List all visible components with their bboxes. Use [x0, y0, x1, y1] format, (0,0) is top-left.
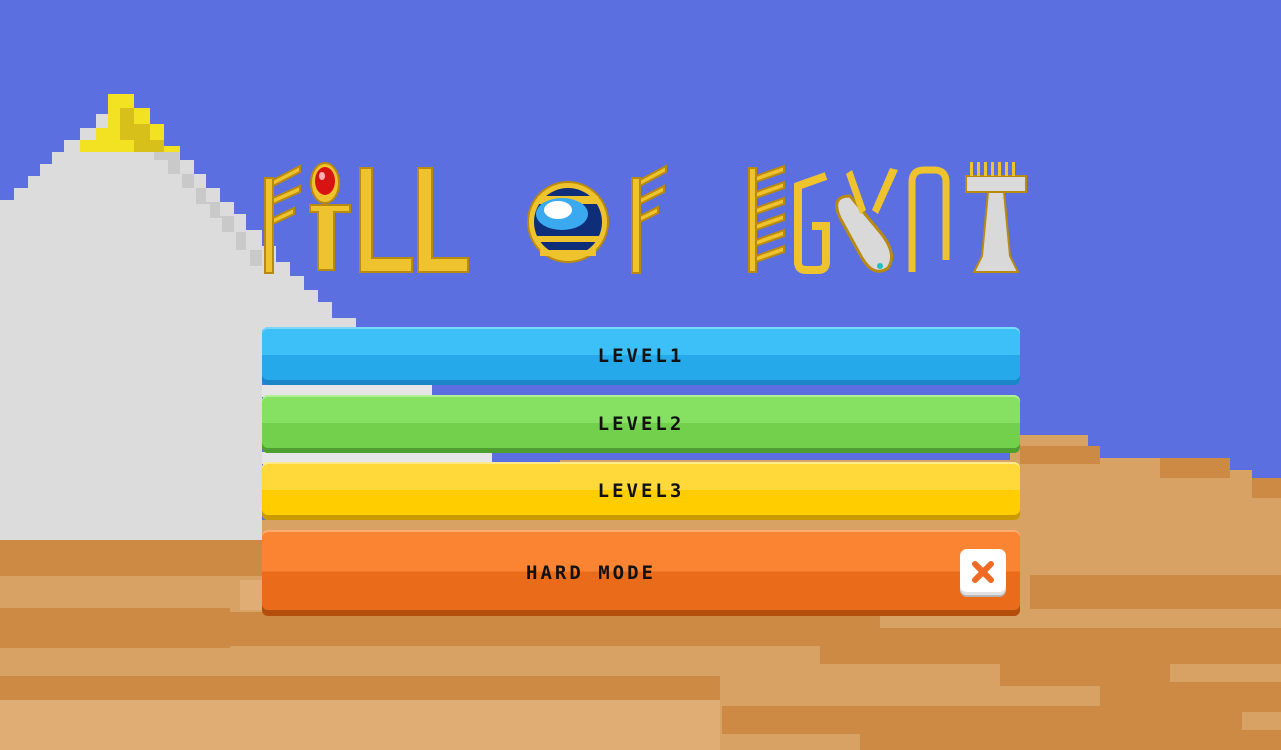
level3-button[interactable]: LEVEL3 — [262, 462, 1020, 520]
level1-button-label: LEVEL1 — [597, 345, 685, 367]
level3-button-label: LEVEL3 — [597, 480, 685, 502]
hard-mode-button-label: HARD MODE — [526, 562, 656, 584]
x-icon — [972, 561, 994, 583]
hard-mode-button[interactable]: HARD MODE — [262, 530, 1020, 616]
hard-mode-toggle[interactable] — [960, 549, 1006, 595]
level2-button-label: LEVEL2 — [597, 413, 685, 435]
level2-button[interactable]: LEVEL2 — [262, 395, 1020, 453]
level1-button[interactable]: LEVEL1 — [262, 327, 1020, 385]
